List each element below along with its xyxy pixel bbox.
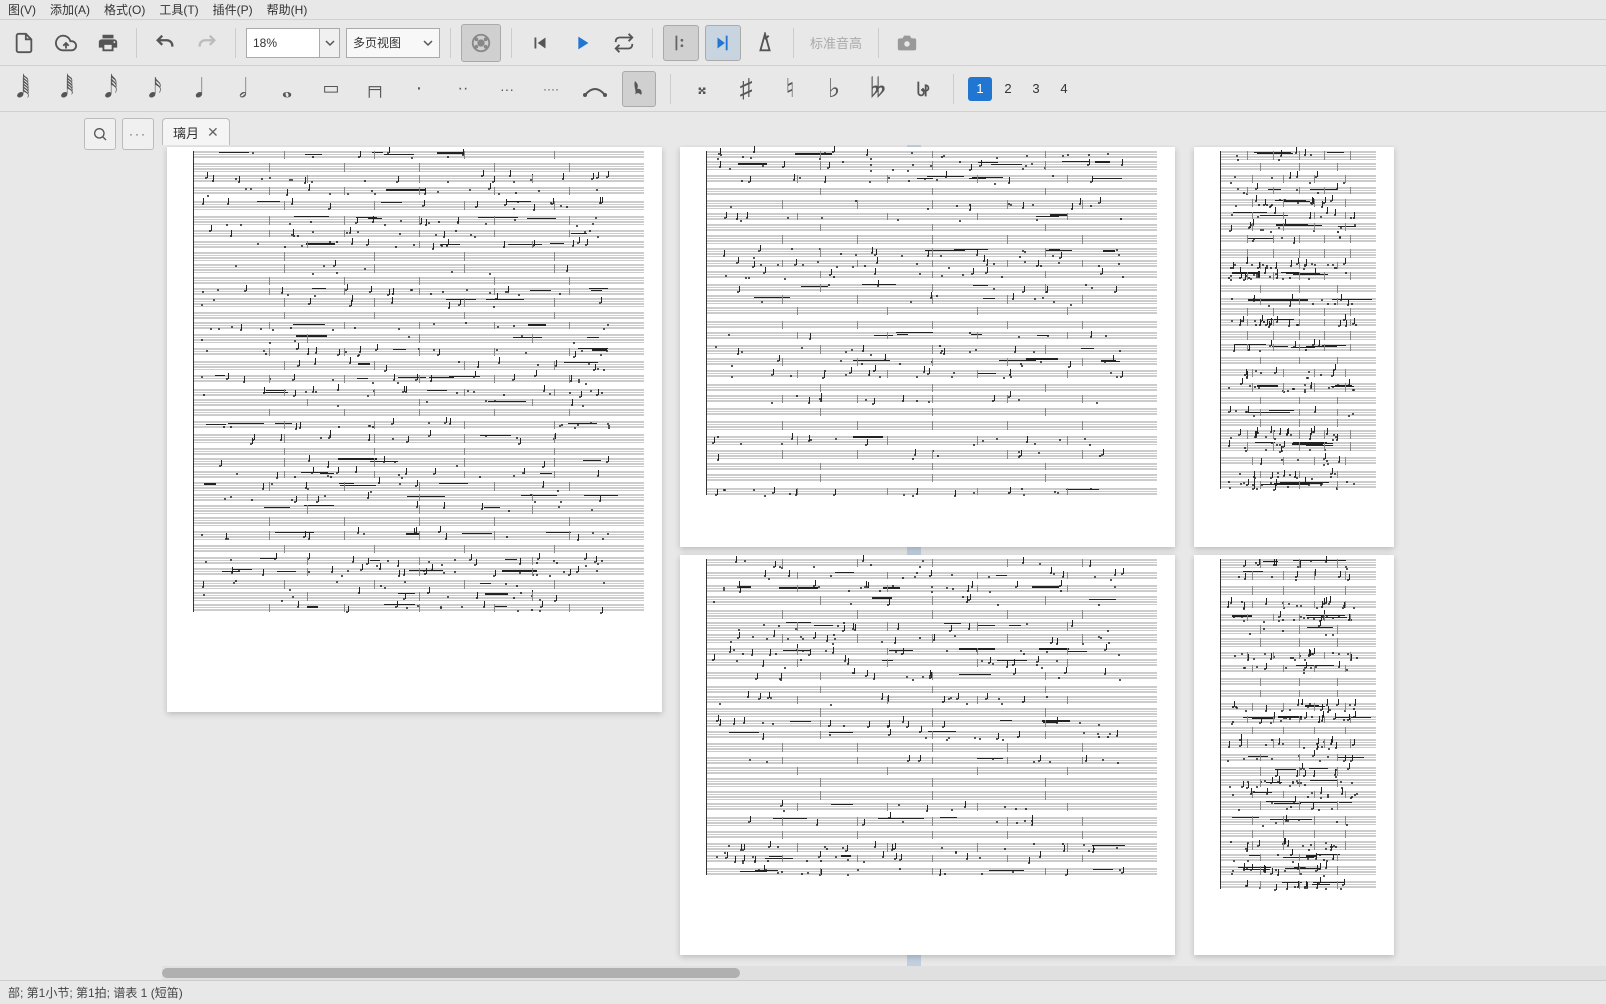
note-quarter[interactable]: 𝅘𝅥 [182, 71, 216, 107]
sharp-button[interactable]: ♯ [729, 71, 763, 107]
natural-button[interactable]: ♮ [773, 71, 807, 107]
tie-button[interactable] [578, 71, 612, 107]
score-page-1[interactable] [167, 147, 662, 712]
voice-2[interactable]: 2 [996, 77, 1020, 101]
note-64th[interactable]: 𝅘𝅥𝅲 [6, 71, 40, 107]
note-16th[interactable]: 𝅘𝅥𝅰 [94, 71, 128, 107]
menu-bar: 图(V) 添加(A) 格式(O) 工具(T) 插件(P) 帮助(H) [0, 0, 1606, 20]
view-mode-label: 多页视图 [353, 34, 401, 51]
palette-toolbar: ··· [0, 114, 160, 154]
double-sharp-button[interactable]: 𝄪 [685, 71, 719, 107]
camera-button[interactable] [889, 25, 925, 61]
loop-button[interactable] [606, 25, 642, 61]
status-bar: 部; 第1小节; 第1拍; 谱表 1 (短笛) [0, 980, 1606, 1004]
print-button[interactable] [90, 25, 126, 61]
voice-4[interactable]: 4 [1052, 77, 1076, 101]
tab-close-button[interactable]: ✕ [207, 124, 219, 141]
repeat-left-button[interactable] [663, 25, 699, 61]
score-page-5[interactable] [1194, 555, 1394, 955]
concert-pitch-label[interactable]: 标准音高 [810, 33, 862, 52]
tab-title: 璃月 [173, 123, 199, 142]
voice-3[interactable]: 3 [1024, 77, 1048, 101]
double-flat-button[interactable]: 𝄫 [861, 71, 895, 107]
flip-button[interactable] [905, 71, 939, 107]
rest-button[interactable] [622, 71, 656, 107]
menu-tools[interactable]: 工具(T) [153, 0, 204, 20]
horizontal-scrollbar[interactable] [162, 966, 1606, 980]
voice-1[interactable]: 1 [968, 77, 992, 101]
zoom-input[interactable]: 18% [246, 28, 320, 58]
menu-help[interactable]: 帮助(H) [261, 0, 314, 20]
main-toolbar: 18% 多页视图 标准音高 [0, 20, 1606, 66]
zoom-dropdown[interactable] [320, 28, 340, 58]
document-tab-bar: 璃月 ✕ [162, 116, 230, 146]
menu-plugins[interactable]: 插件(P) [207, 0, 259, 20]
dot-3[interactable]: ··· [490, 71, 524, 107]
voice-selector: 1 2 3 4 [968, 77, 1076, 101]
palette-search-button[interactable] [84, 118, 116, 150]
view-mode-select[interactable]: 多页视图 [346, 28, 440, 58]
menu-view[interactable]: 图(V) [2, 0, 42, 20]
note-32nd[interactable]: 𝅘𝅥𝅱 [50, 71, 84, 107]
note-longa[interactable]: ╒╕ [358, 71, 392, 107]
palette-menu-button[interactable]: ··· [122, 118, 154, 150]
dot-2[interactable]: ·· [446, 71, 480, 107]
flat-button[interactable]: ♭ [817, 71, 851, 107]
cloud-upload-button[interactable] [48, 25, 84, 61]
play-button[interactable] [564, 25, 600, 61]
new-file-button[interactable] [6, 25, 42, 61]
menu-add[interactable]: 添加(A) [44, 0, 96, 20]
note-half[interactable]: 𝅗𝅥 [226, 71, 260, 107]
note-input-toolbar: 𝅘𝅥𝅲 𝅘𝅥𝅱 𝅘𝅥𝅰 𝅘𝅥𝅯 𝅘𝅥 𝅗𝅥 𝅝 ▭ ╒╕ · ·· ··· ··… [0, 66, 1606, 112]
redo-button[interactable] [189, 25, 225, 61]
menu-format[interactable]: 格式(O) [98, 0, 151, 20]
score-canvas[interactable] [162, 145, 1606, 974]
document-tab[interactable]: 璃月 ✕ [162, 118, 230, 146]
note-breve[interactable]: ▭ [314, 71, 348, 107]
dot-4[interactable]: ···· [534, 71, 568, 107]
dot-1[interactable]: · [402, 71, 436, 107]
metronome-button[interactable] [747, 25, 783, 61]
scrollbar-thumb[interactable] [162, 968, 740, 978]
rewind-button[interactable] [522, 25, 558, 61]
mixer-button[interactable] [461, 24, 501, 62]
score-page-3[interactable] [680, 555, 1175, 955]
note-8th[interactable]: 𝅘𝅥𝅯 [138, 71, 172, 107]
note-whole[interactable]: 𝅝 [270, 71, 304, 107]
score-page-2[interactable] [680, 147, 1175, 547]
score-page-4[interactable] [1194, 147, 1394, 547]
zoom-value: 18% [253, 36, 277, 50]
status-text: 部; 第1小节; 第1拍; 谱表 1 (短笛) [8, 984, 183, 1001]
repeat-right-button[interactable] [705, 25, 741, 61]
undo-button[interactable] [147, 25, 183, 61]
